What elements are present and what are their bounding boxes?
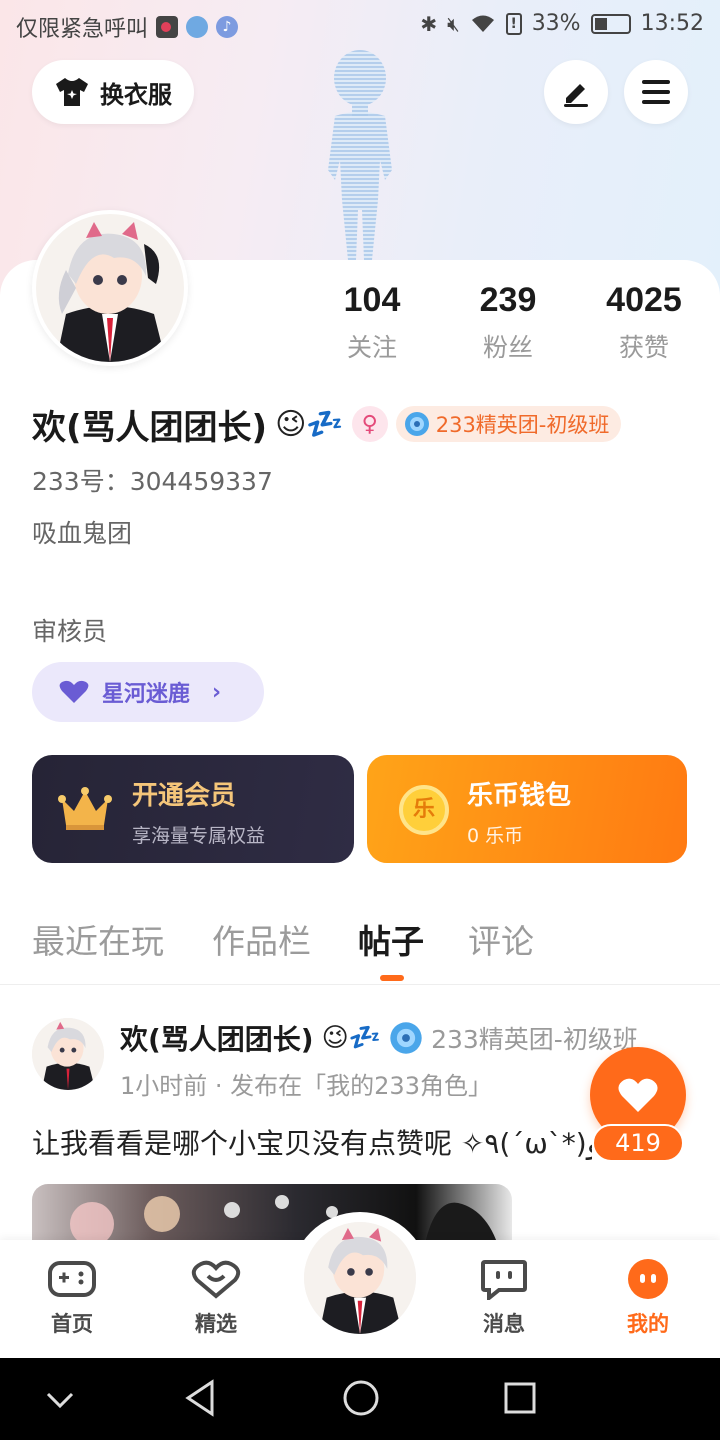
wallet-title: 乐币钱包	[467, 781, 572, 811]
sim-alert-icon: !	[505, 12, 522, 35]
back-icon[interactable]	[182, 1378, 218, 1418]
system-navigation-bar	[0, 1358, 720, 1440]
change-outfit-button[interactable]: 换衣服	[32, 60, 194, 124]
profile-stats: 104 关注 239 粉丝 4025 获赞	[300, 280, 700, 370]
stat-value: 4025	[606, 281, 682, 319]
nav-featured[interactable]: 精选	[171, 1258, 261, 1338]
nav-home-label: 首页	[51, 1312, 93, 1336]
stat-value: 239	[479, 281, 537, 319]
stat-value: 104	[343, 281, 401, 319]
coin-icon: 乐	[399, 785, 449, 835]
message-icon	[481, 1260, 527, 1303]
profile-name-row: 欢(骂人团团长) 😉💤 ♀ 233精英团-初级班	[32, 400, 622, 448]
anime-avatar-image	[32, 1018, 104, 1090]
nav-me[interactable]: 我的	[603, 1258, 693, 1338]
change-outfit-label: 换衣服	[100, 80, 172, 109]
tab-recently-played[interactable]: 最近在玩	[32, 915, 164, 963]
collapse-chevron-icon[interactable]	[44, 1378, 76, 1418]
vip-title: 开通会员	[132, 781, 237, 811]
menu-button[interactable]	[624, 60, 688, 124]
nav-home[interactable]: 首页	[27, 1258, 117, 1338]
stat-likes[interactable]: 4025 获赞	[574, 280, 714, 364]
recent-apps-icon[interactable]	[503, 1378, 537, 1418]
post-content: 让我看看是哪个小宝贝没有点赞呢 ✧٩(ˊωˋ*)و✧	[32, 1127, 592, 1160]
post-author-name[interactable]: 欢(骂人团团长)	[120, 1018, 314, 1058]
tshirt-icon	[56, 78, 88, 106]
vip-subtitle: 享海量专属权益	[132, 825, 266, 847]
user-role: 审核员	[32, 617, 108, 646]
gamepad-icon	[48, 1261, 96, 1297]
edit-profile-button[interactable]	[544, 60, 608, 124]
guild-medal-icon	[404, 412, 429, 436]
nav-me-label: 我的	[627, 1312, 669, 1336]
pen-icon	[564, 84, 588, 107]
mute-icon: 🔇︎	[447, 11, 460, 36]
tab-works[interactable]: 作品栏	[212, 915, 311, 963]
heart-icon	[618, 1078, 658, 1112]
status-emoji: 😉💤	[275, 406, 344, 442]
music-icon: ♪	[216, 16, 239, 38]
chevron-right-icon: ›	[212, 679, 222, 705]
user-bio: 吸血鬼团	[32, 519, 133, 548]
stat-following[interactable]: 104 关注	[302, 280, 442, 364]
female-gender-icon: ♀	[351, 406, 388, 442]
tab-comments[interactable]: 评论	[468, 915, 534, 963]
wallet-subtitle: 0 乐币	[467, 825, 524, 847]
nav-messages-label: 消息	[483, 1312, 525, 1336]
carrier-text: 仅限紧急呼叫	[16, 17, 149, 42]
nav-messages[interactable]: 消息	[459, 1258, 549, 1338]
guild-badge-label: 233精英团-初级班	[435, 413, 610, 437]
heart-chat-icon	[191, 1260, 241, 1299]
anime-avatar-image	[36, 214, 184, 362]
clock-text: 13:52	[640, 11, 704, 36]
galaxy-pill-label: 星河迷鹿	[102, 682, 191, 707]
purple-heart-icon	[59, 680, 89, 703]
anime-avatar-image	[304, 1222, 416, 1334]
stat-followers[interactable]: 239 粉丝	[438, 280, 578, 364]
nav-featured-label: 精选	[195, 1312, 237, 1336]
video-app-icon	[156, 16, 179, 38]
stat-label: 获赞	[618, 333, 669, 362]
post-author-avatar[interactable]	[32, 1018, 104, 1090]
post-author-emoji: 😉💤	[321, 1023, 382, 1053]
guild-medal-icon	[390, 1022, 422, 1054]
like-count: 419	[592, 1124, 684, 1162]
tab-posts[interactable]: 帖子	[358, 915, 424, 963]
wifi-icon	[471, 15, 494, 32]
home-circle-icon[interactable]	[342, 1378, 380, 1418]
center-avatar-button[interactable]	[304, 1222, 416, 1334]
profile-face-icon	[628, 1259, 668, 1299]
hamburger-icon	[642, 80, 670, 104]
galaxy-deer-pill[interactable]: 星河迷鹿 ›	[32, 662, 264, 722]
bluetooth-icon: ✱	[420, 11, 438, 36]
post-meta: 1小时前 · 发布在「我的233角色」	[120, 1072, 492, 1100]
crown-icon	[58, 787, 112, 830]
post-header: 欢(骂人团团长) 😉💤 233精英团-初级班	[120, 1018, 638, 1058]
stat-label: 粉丝	[482, 333, 533, 362]
vip-membership-card[interactable]: 开通会员 享海量专属权益	[32, 755, 354, 863]
profile-name: 欢(骂人团团长)	[32, 407, 268, 448]
guild-badge[interactable]: 233精英团-初级班	[395, 406, 622, 442]
telegram-icon	[186, 16, 209, 38]
post-author-guild: 233精英团-初级班	[431, 1025, 638, 1054]
profile-tabs: 最近在玩 作品栏 帖子 评论	[0, 915, 720, 985]
active-tab-indicator	[380, 975, 404, 981]
wallet-card[interactable]: 乐 乐币钱包 0 乐币	[367, 755, 687, 863]
battery-icon	[590, 13, 631, 34]
status-bar: 仅限紧急呼叫 ♪ ✱ 🔇︎ ! 33% 13:52	[0, 0, 720, 50]
battery-text: 33%	[531, 11, 581, 36]
user-id[interactable]: 233号：304459337	[32, 462, 273, 498]
avatar-hologram	[328, 50, 392, 260]
stat-label: 关注	[346, 333, 397, 362]
user-avatar[interactable]	[32, 210, 188, 366]
